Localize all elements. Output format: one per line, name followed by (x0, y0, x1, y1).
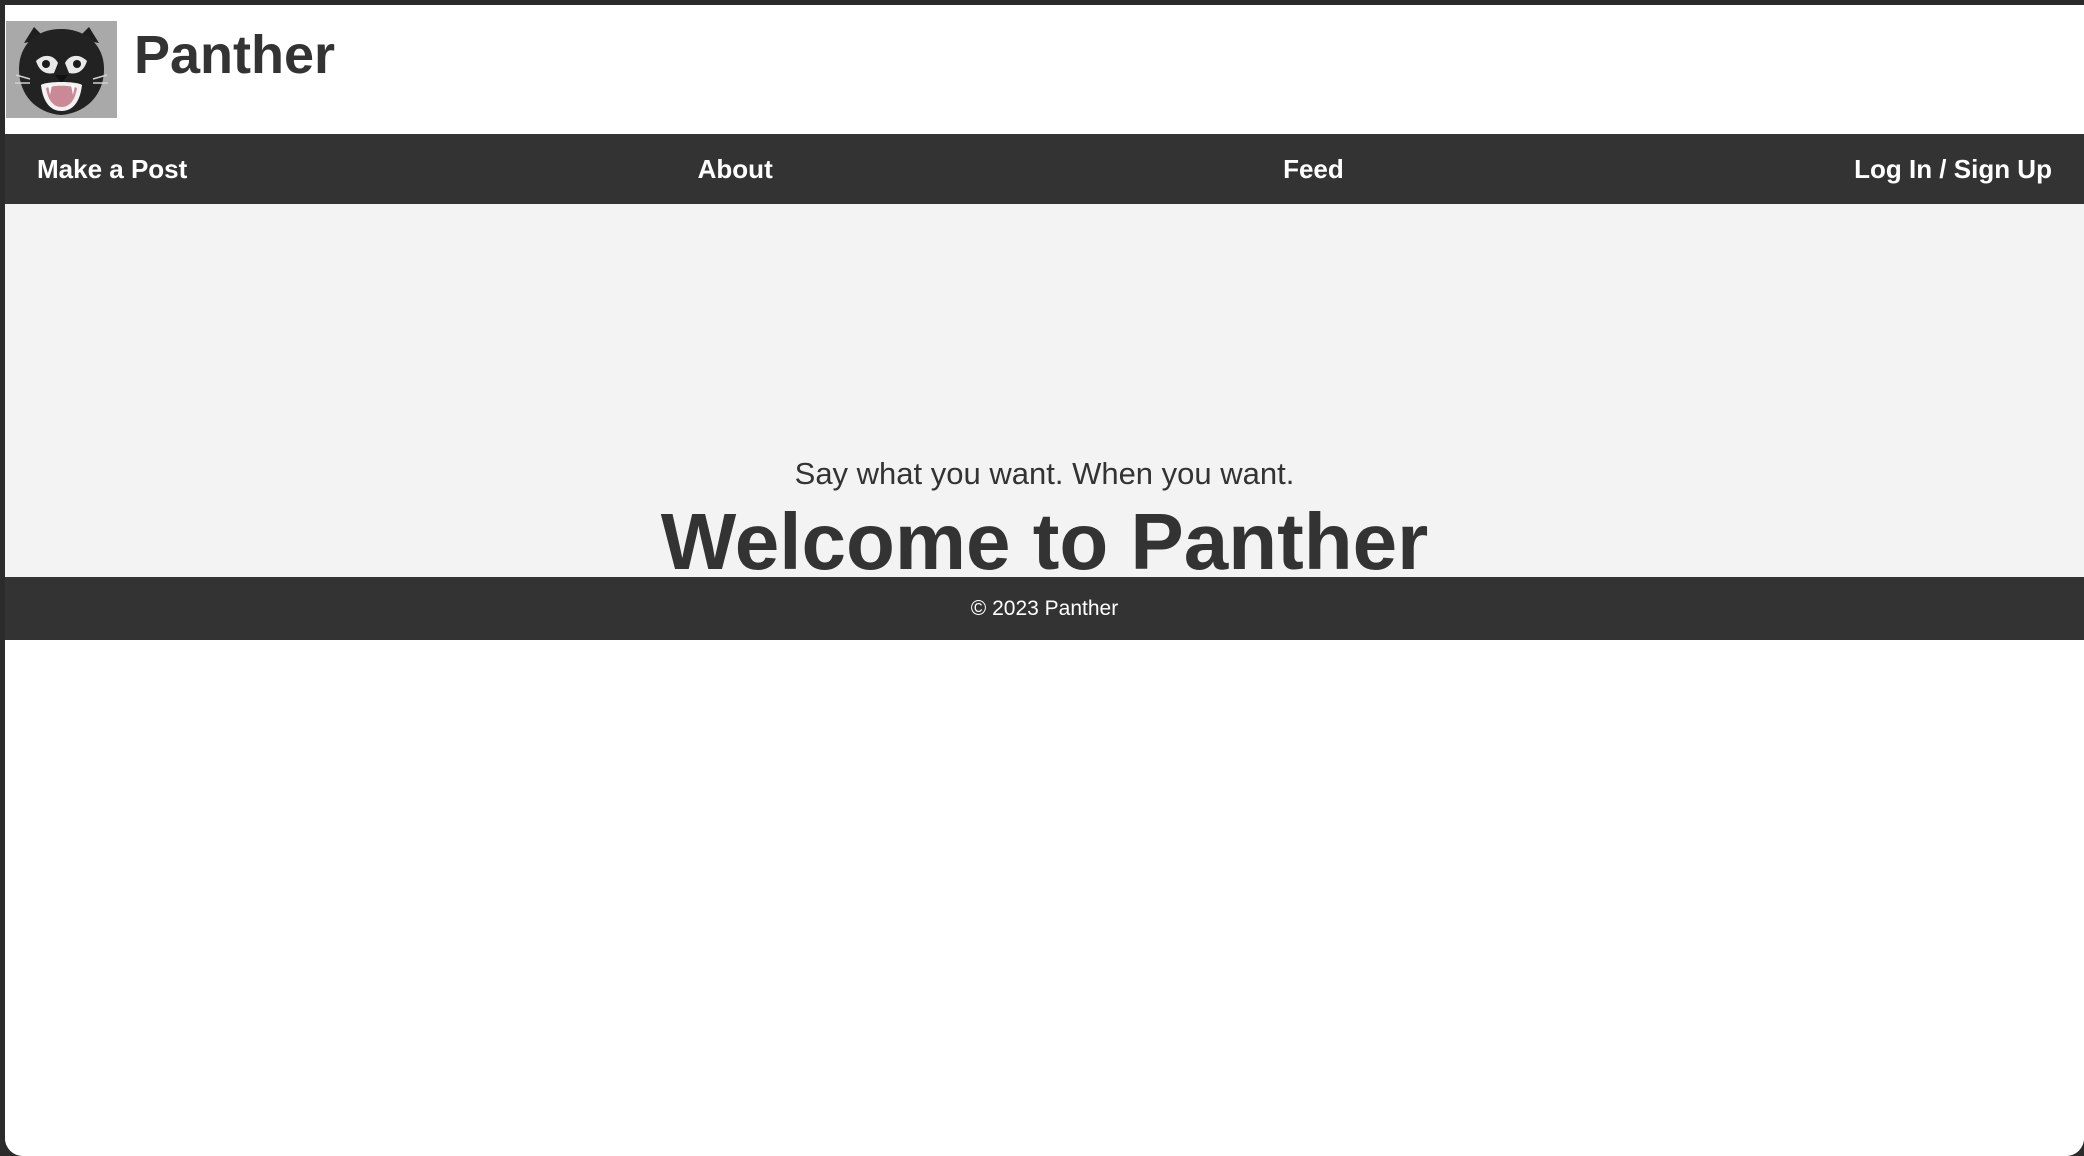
nav-make-a-post-link[interactable]: Make a Post (37, 154, 187, 185)
nav-feed-link[interactable]: Feed (1283, 154, 1344, 185)
panther-head-icon (6, 21, 117, 118)
hero-tagline: Say what you want. When you want. (794, 456, 1295, 491)
hero-title: Welcome to Panther (660, 497, 1429, 586)
site-header: Panther (5, 5, 2084, 134)
hero-section: Welcome to Panther Say what you want. Wh… (5, 204, 2084, 586)
nav-about-link[interactable]: About (698, 154, 773, 185)
main-nav: Make a Post About Feed Log In / Sign Up (5, 134, 2084, 204)
footer-copyright: © 2023 Panther (970, 596, 1119, 620)
empty-page-area (5, 640, 2084, 1156)
nav-login-signup-link[interactable]: Log In / Sign Up (1854, 154, 2052, 185)
site-title: Panther (134, 25, 336, 85)
browser-page: Panther Make a Post About Feed Log In / … (5, 5, 2084, 1156)
